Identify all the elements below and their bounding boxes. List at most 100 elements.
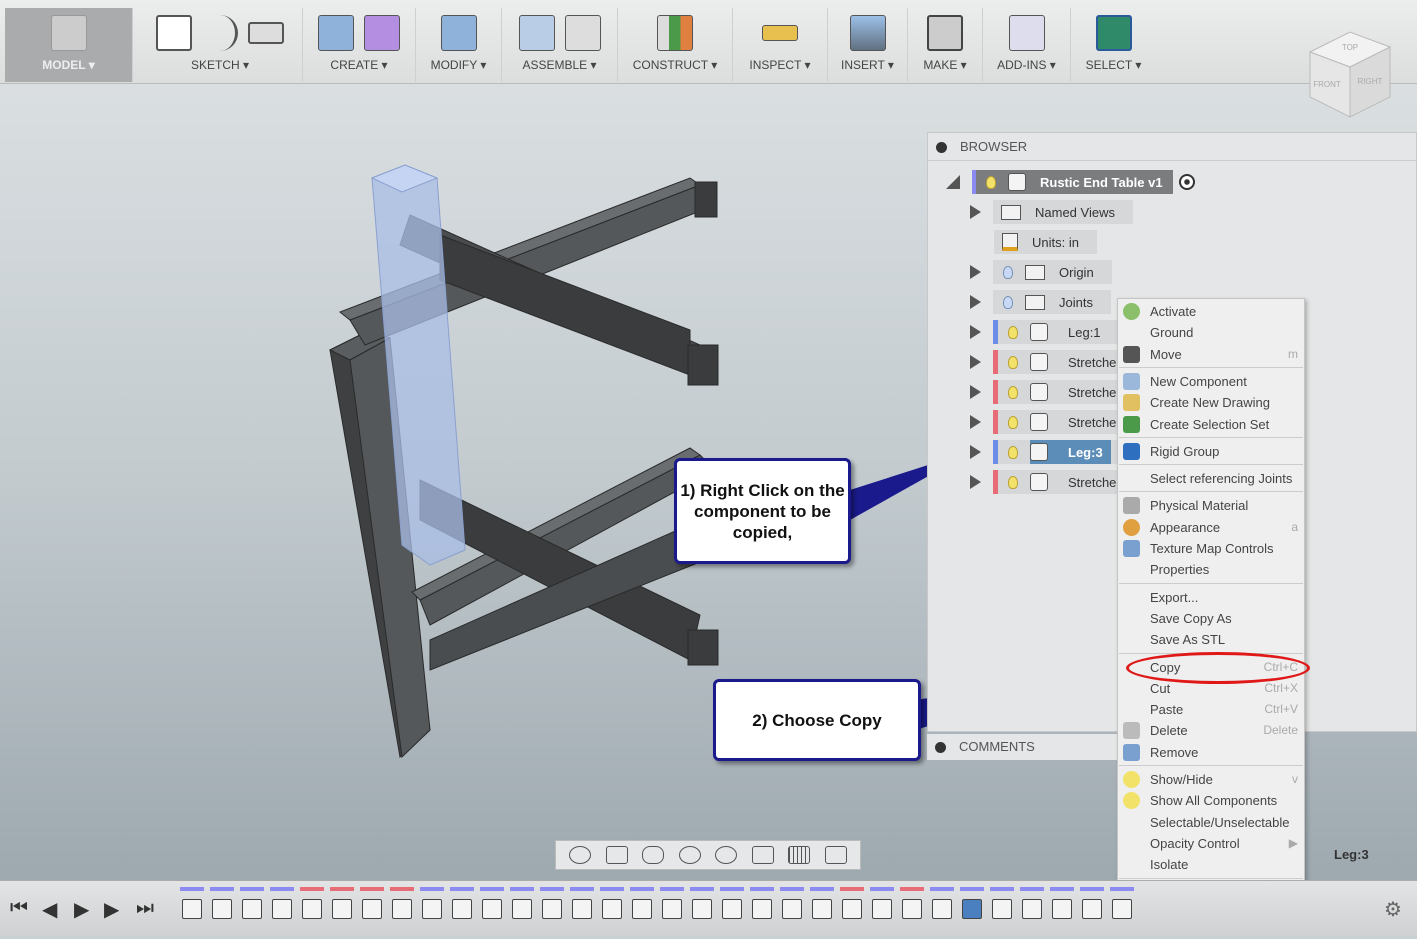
- select-menu[interactable]: SELECT ▾: [1071, 8, 1156, 82]
- menu-item-physical-material[interactable]: Physical Material: [1118, 495, 1304, 516]
- insert-menu[interactable]: INSERT ▾: [828, 8, 908, 82]
- menu-item-paste[interactable]: Paste Ctrl+V: [1118, 699, 1304, 720]
- timeline-feature-icon[interactable]: [812, 899, 832, 919]
- viewcube[interactable]: TOP FRONT RIGHT: [1305, 22, 1395, 122]
- timeline-feature-icon[interactable]: [1052, 899, 1072, 919]
- timeline-feature-icon[interactable]: [482, 899, 502, 919]
- menu-item-save-as-stl[interactable]: Save As STL: [1118, 629, 1304, 650]
- timeline-feature-icon[interactable]: [302, 899, 322, 919]
- timeline-feature-icon[interactable]: [242, 899, 262, 919]
- viewports-icon[interactable]: [824, 846, 847, 864]
- bulb-icon[interactable]: [1008, 475, 1018, 489]
- menu-item-create-selection-set[interactable]: Create Selection Set: [1118, 414, 1304, 435]
- timeline-feature-icon[interactable]: [542, 899, 562, 919]
- menu-item-opacity-control[interactable]: Opacity Control ▶: [1118, 833, 1304, 854]
- play-icon[interactable]: ▶: [74, 897, 89, 922]
- browser-item[interactable]: Units: in: [994, 230, 1097, 254]
- browser-item[interactable]: Leg:1: [970, 320, 1119, 344]
- zoom-icon[interactable]: [678, 846, 701, 864]
- bulb-icon[interactable]: [986, 175, 996, 189]
- timeline-feature-icon[interactable]: [722, 899, 742, 919]
- timeline-feature-icon[interactable]: [902, 899, 922, 919]
- expand-triangle-icon[interactable]: [970, 205, 981, 219]
- bulb-icon[interactable]: [1008, 445, 1018, 459]
- pan-icon[interactable]: [642, 846, 665, 864]
- bulb-icon[interactable]: [1008, 355, 1018, 369]
- bulb-icon[interactable]: [1008, 325, 1018, 339]
- menu-item-delete[interactable]: Delete Delete: [1118, 720, 1304, 741]
- bulb-icon[interactable]: [1003, 295, 1013, 309]
- timeline-feature-icon[interactable]: [932, 899, 952, 919]
- expand-triangle-icon[interactable]: [970, 295, 981, 309]
- menu-item-save-copy-as[interactable]: Save Copy As: [1118, 608, 1304, 629]
- timeline-feature-icon[interactable]: [842, 899, 862, 919]
- timeline-feature-icon[interactable]: [392, 899, 412, 919]
- comments-panel[interactable]: COMMENTS: [927, 734, 1117, 760]
- modify-menu[interactable]: MODIFY ▾: [416, 8, 502, 82]
- menu-item-appearance[interactable]: Appearance a: [1118, 517, 1304, 538]
- display-settings-icon[interactable]: [751, 846, 774, 864]
- timeline-feature-icon[interactable]: [182, 899, 202, 919]
- activate-radio-icon[interactable]: [1178, 174, 1195, 190]
- step-back-icon[interactable]: ◀: [42, 897, 57, 922]
- expand-triangle-icon[interactable]: [970, 385, 981, 399]
- expand-triangle-icon[interactable]: [970, 415, 981, 429]
- timeline-feature-icon[interactable]: [872, 899, 892, 919]
- construct-menu[interactable]: CONSTRUCT ▾: [618, 8, 733, 82]
- timeline-feature-icon[interactable]: [662, 899, 682, 919]
- menu-item-remove[interactable]: Remove: [1118, 742, 1304, 763]
- timeline-feature-icon[interactable]: [212, 899, 232, 919]
- timeline-feature-icon[interactable]: [332, 899, 352, 919]
- timeline-feature-icon[interactable]: [692, 899, 712, 919]
- browser-root[interactable]: Rustic End Table v1: [946, 170, 1195, 194]
- fit-icon[interactable]: [715, 846, 738, 864]
- viewcube-right[interactable]: RIGHT: [1358, 77, 1383, 86]
- browser-item[interactable]: Joints: [970, 290, 1111, 314]
- timeline-feature-icon[interactable]: [362, 899, 382, 919]
- menu-item-ground[interactable]: Ground: [1118, 322, 1304, 343]
- menu-item-show-all-components[interactable]: Show All Components: [1118, 790, 1304, 811]
- model-workspace-button[interactable]: MODEL ▾: [5, 8, 133, 82]
- timeline-feature-icon[interactable]: [512, 899, 532, 919]
- look-at-icon[interactable]: [605, 846, 628, 864]
- expand-triangle-icon[interactable]: [970, 265, 981, 279]
- bulb-icon[interactable]: [1003, 265, 1013, 279]
- menu-item-select-referencing-joints[interactable]: Select referencing Joints: [1118, 468, 1304, 489]
- menu-item-new-component[interactable]: New Component: [1118, 371, 1304, 392]
- inspect-menu[interactable]: INSPECT ▾: [733, 8, 828, 82]
- expand-triangle-icon[interactable]: [970, 475, 981, 489]
- timeline-feature-icon[interactable]: [1082, 899, 1102, 919]
- browser-item[interactable]: Leg:3: [970, 440, 1121, 464]
- timeline-feature-icon[interactable]: [272, 899, 292, 919]
- grid-icon[interactable]: [788, 846, 811, 864]
- menu-item-selectable-unselectable[interactable]: Selectable/Unselectable: [1118, 812, 1304, 833]
- menu-item-export[interactable]: Export...: [1118, 587, 1304, 608]
- timeline-feature-icon[interactable]: [602, 899, 622, 919]
- menu-item-properties[interactable]: Properties: [1118, 559, 1304, 580]
- timeline-feature-icon[interactable]: [1022, 899, 1042, 919]
- timeline-feature-icon[interactable]: [1112, 899, 1132, 919]
- expand-triangle-icon[interactable]: [970, 325, 981, 339]
- expand-triangle-icon[interactable]: [970, 355, 981, 369]
- add-ins-menu[interactable]: ADD-INS ▾: [983, 8, 1071, 82]
- timeline-feature-icon[interactable]: [992, 899, 1012, 919]
- menu-item-texture-map-controls[interactable]: Texture Map Controls: [1118, 538, 1304, 559]
- expand-icon[interactable]: [935, 742, 946, 753]
- expanded-triangle-icon[interactable]: [946, 175, 960, 189]
- timeline-feature-icon[interactable]: [632, 899, 652, 919]
- menu-item-move[interactable]: Move m: [1118, 344, 1304, 365]
- timeline-feature-icon[interactable]: [782, 899, 802, 919]
- menu-item-rigid-group[interactable]: Rigid Group: [1118, 441, 1304, 462]
- bulb-icon[interactable]: [1008, 385, 1018, 399]
- browser-header[interactable]: BROWSER: [928, 133, 1416, 161]
- browser-item[interactable]: Origin: [970, 260, 1112, 284]
- bulb-icon[interactable]: [1008, 415, 1018, 429]
- menu-item-activate[interactable]: Activate: [1118, 301, 1304, 322]
- viewcube-front[interactable]: FRONT: [1313, 80, 1341, 89]
- menu-item-create-new-drawing[interactable]: Create New Drawing: [1118, 392, 1304, 413]
- assemble-menu[interactable]: ASSEMBLE ▾: [502, 8, 618, 82]
- timeline-feature-icon[interactable]: [752, 899, 772, 919]
- browser-item[interactable]: Named Views: [970, 200, 1133, 224]
- viewcube-top[interactable]: TOP: [1342, 43, 1358, 52]
- make-menu[interactable]: MAKE ▾: [908, 8, 983, 82]
